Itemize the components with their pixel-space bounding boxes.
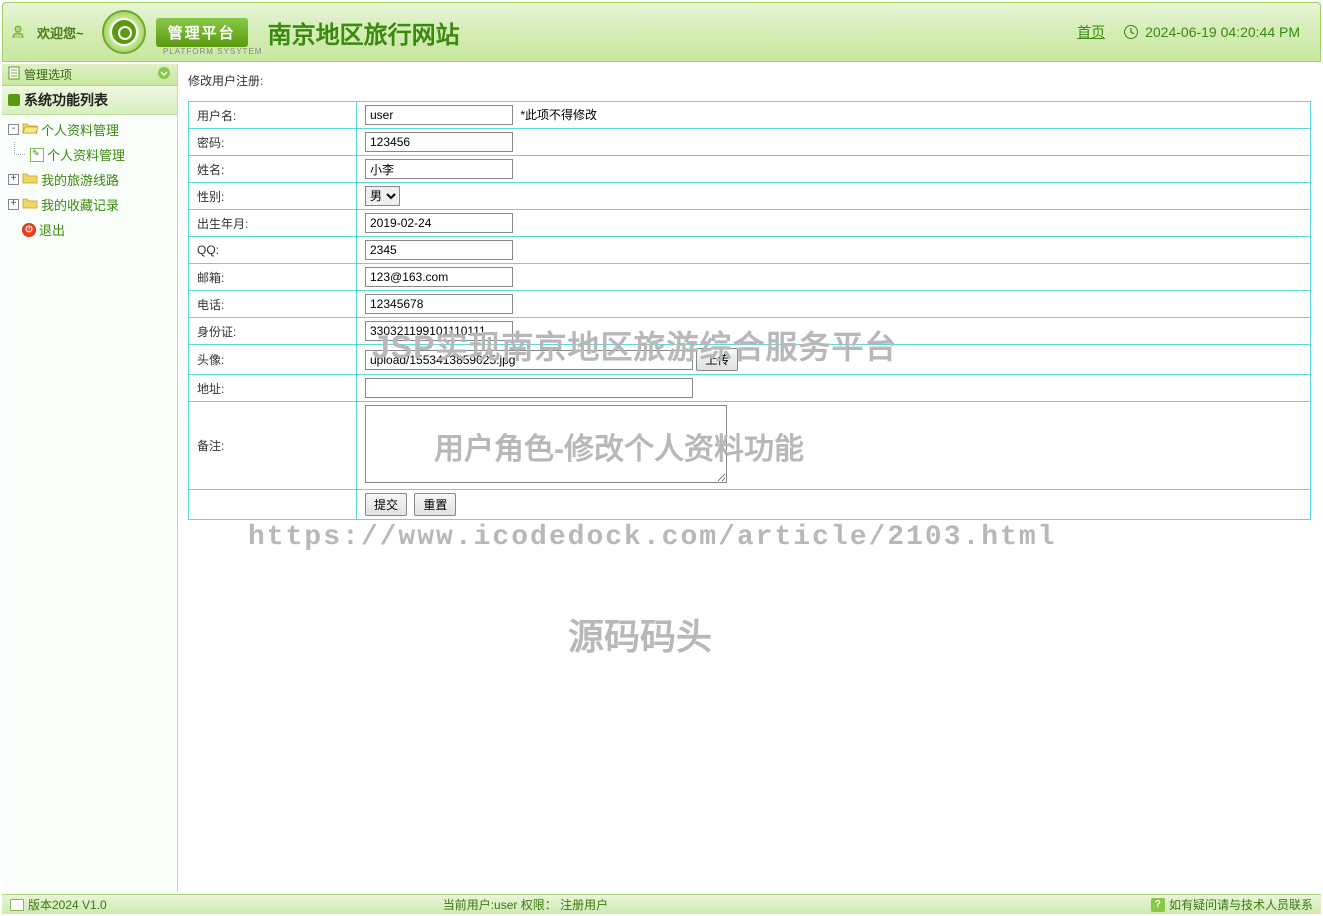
address-input[interactable]: [365, 378, 693, 398]
birth-input[interactable]: [365, 213, 513, 233]
form-table: 用户名: *此项不得修改 密码: 姓名: 性别: 男: [188, 101, 1311, 520]
table-row: QQ:: [189, 237, 1311, 264]
label-name: 姓名:: [189, 156, 357, 183]
table-row: 密码:: [189, 129, 1311, 156]
tree-title: 系统功能列表: [2, 86, 177, 115]
username-note: *此项不得修改: [520, 108, 597, 122]
logo-icon: [102, 10, 146, 54]
table-row: 备注:: [189, 402, 1311, 490]
sidebar-header-label: 管理选项: [24, 66, 72, 83]
main-content: 修改用户注册: 用户名: *此项不得修改 密码: 姓名: 性别:: [178, 64, 1321, 892]
edit-icon: [30, 148, 44, 162]
sidebar: 管理选项 系统功能列表 - 个人资料管理 个人资料管理: [2, 64, 178, 892]
help-text: 如有疑问请与技术人员联系: [1169, 896, 1313, 913]
submit-button[interactable]: 提交: [365, 493, 407, 516]
table-row: 地址:: [189, 375, 1311, 402]
table-row: 出生年月:: [189, 210, 1311, 237]
upload-button[interactable]: 上传: [696, 348, 738, 371]
sidebar-item-label: 我的收藏记录: [41, 195, 119, 214]
table-row: 用户名: *此项不得修改: [189, 102, 1311, 129]
welcome-text: 欢迎您~: [37, 23, 84, 42]
idcard-input[interactable]: [365, 321, 513, 341]
collapse-icon[interactable]: [157, 66, 171, 83]
table-row: 姓名:: [189, 156, 1311, 183]
sidebar-item-routes[interactable]: + 我的旅游线路: [2, 167, 177, 192]
sidebar-item-label: 个人资料管理: [47, 145, 125, 164]
email-input[interactable]: [365, 267, 513, 287]
qq-input[interactable]: [365, 240, 513, 260]
label-gender: 性别:: [189, 183, 357, 210]
sidebar-item-label: 退出: [39, 220, 65, 239]
sidebar-header[interactable]: 管理选项: [2, 64, 177, 86]
table-row: 邮箱:: [189, 264, 1311, 291]
sidebar-item-label: 我的旅游线路: [41, 170, 119, 189]
password-input[interactable]: [365, 132, 513, 152]
header-left: 欢迎您~ 管理平台 PLATFORM SYSYTEM 南京地区旅行网站: [3, 10, 1077, 54]
remark-textarea[interactable]: [365, 405, 727, 483]
label-phone: 电话:: [189, 291, 357, 318]
tree-collapse-icon[interactable]: -: [8, 124, 19, 135]
datetime-display: 2024-06-19 04:20:44 PM: [1123, 24, 1300, 40]
header-bar: 欢迎您~ 管理平台 PLATFORM SYSYTEM 南京地区旅行网站 首页 2…: [2, 2, 1321, 62]
table-row: 性别: 男: [189, 183, 1311, 210]
footer-center: 当前用户:user 权限： 注册用户: [443, 896, 608, 913]
platform-sublabel: PLATFORM SYSYTEM: [163, 47, 262, 56]
footer-left: 版本2024 V1.0: [10, 896, 107, 913]
book-icon: [10, 899, 24, 911]
phone-input[interactable]: [365, 294, 513, 314]
clock-icon: [1123, 24, 1139, 40]
label-avatar: 头像:: [189, 345, 357, 375]
username-input[interactable]: [365, 105, 513, 125]
datetime-text: 2024-06-19 04:20:44 PM: [1145, 24, 1300, 40]
sidebar-item-exit[interactable]: ⏻ 退出: [2, 217, 177, 242]
nav-tree: - 个人资料管理 个人资料管理 + 我的旅游线路 +: [2, 115, 177, 244]
footer-right: ? 如有疑问请与技术人员联系: [1151, 896, 1313, 913]
label-email: 邮箱:: [189, 264, 357, 291]
footer-bar: 版本2024 V1.0 当前用户:user 权限： 注册用户 ? 如有疑问请与技…: [2, 894, 1321, 914]
label-address: 地址:: [189, 375, 357, 402]
platform-label: 管理平台: [156, 18, 248, 47]
home-link[interactable]: 首页: [1077, 22, 1105, 42]
table-row: 头像: 上传: [189, 345, 1311, 375]
name-input[interactable]: [365, 159, 513, 179]
label-password: 密码:: [189, 129, 357, 156]
folder-icon: [22, 196, 38, 213]
user-icon: [9, 23, 27, 41]
tree-expand-icon[interactable]: +: [8, 199, 19, 210]
label-qq: QQ:: [189, 237, 357, 264]
sidebar-item-favorites[interactable]: + 我的收藏记录: [2, 192, 177, 217]
sidebar-item-profile[interactable]: - 个人资料管理: [2, 117, 177, 142]
label-idcard: 身份证:: [189, 318, 357, 345]
help-icon: ?: [1151, 898, 1165, 912]
label-birth: 出生年月:: [189, 210, 357, 237]
table-row: 提交 重置: [189, 490, 1311, 520]
table-row: 身份证:: [189, 318, 1311, 345]
header-right: 首页 2024-06-19 04:20:44 PM: [1077, 22, 1300, 42]
sidebar-subitem-profile-manage[interactable]: 个人资料管理: [24, 142, 177, 167]
avatar-input[interactable]: [365, 350, 693, 370]
site-title: 南京地区旅行网站: [268, 15, 460, 50]
sidebar-item-label: 个人资料管理: [41, 120, 119, 139]
table-row: 电话:: [189, 291, 1311, 318]
document-icon: [8, 66, 20, 83]
label-username: 用户名:: [189, 102, 357, 129]
gender-select[interactable]: 男: [365, 186, 400, 206]
folder-icon: [22, 171, 38, 188]
folder-open-icon: [22, 121, 38, 138]
tree-expand-icon[interactable]: +: [8, 174, 19, 185]
reset-button[interactable]: 重置: [414, 493, 456, 516]
version-text: 版本2024 V1.0: [28, 896, 107, 913]
label-remark: 备注:: [189, 402, 357, 490]
power-icon: ⏻: [22, 223, 36, 237]
content-title: 修改用户注册:: [188, 72, 1311, 89]
